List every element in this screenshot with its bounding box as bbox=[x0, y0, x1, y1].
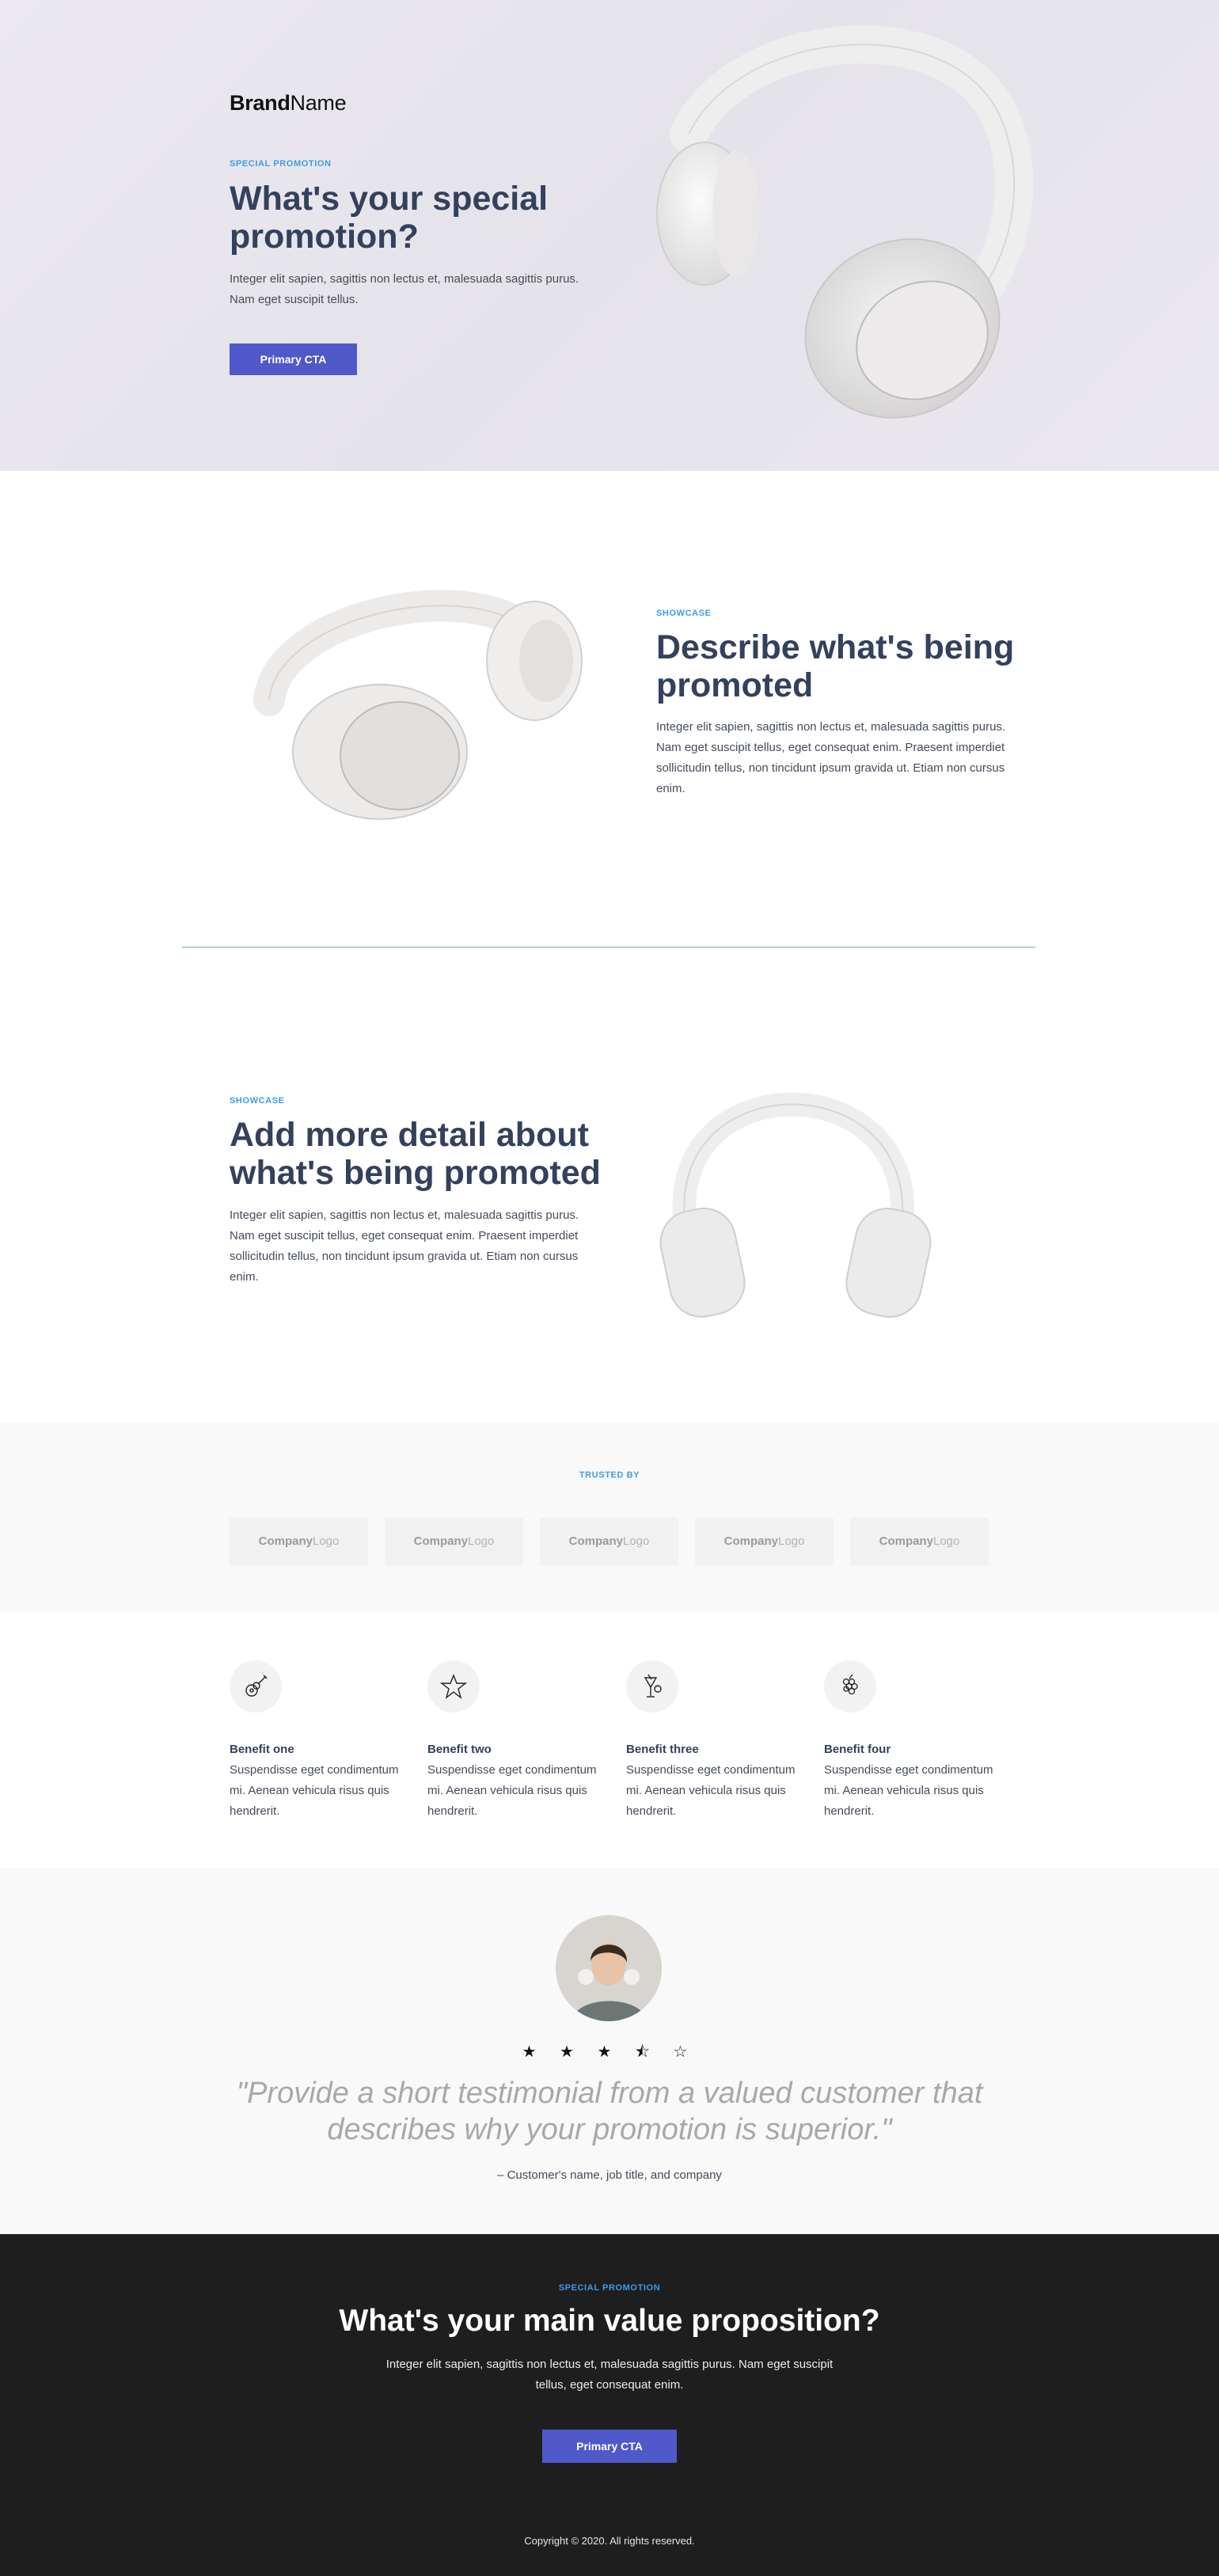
star-icon bbox=[427, 1660, 480, 1713]
trusted-eyebrow: TRUSTED BY bbox=[579, 1470, 640, 1480]
benefit-desc: Suspendisse eget condimentum mi. Aenean … bbox=[230, 1763, 399, 1818]
hero-title: What's your special promotion? bbox=[230, 180, 549, 256]
headphones-side-image bbox=[253, 590, 583, 820]
footer-title: What's your main value proposition? bbox=[339, 2304, 880, 2338]
benefit-item: Benefit three Suspendisse eget condiment… bbox=[626, 1660, 800, 1822]
hero-body: Integer elit sapien, sagittis non lectus… bbox=[230, 272, 579, 306]
testimonial-attribution: – Customer's name, job title, and compan… bbox=[497, 2168, 722, 2182]
footer-primary-cta-button[interactable]: Primary CTA bbox=[542, 2430, 677, 2463]
benefit-desc: Suspendisse eget condimentum mi. Aenean … bbox=[427, 1763, 597, 1818]
benefit-title: Benefit one bbox=[230, 1743, 294, 1756]
headphones-front-image bbox=[659, 1092, 932, 1318]
benefit-item: Benefit four Suspendisse eget condimentu… bbox=[824, 1660, 998, 1822]
showcase-section-2: SHOWCASE Add more detail about what's be… bbox=[0, 948, 1219, 1423]
footer-body: Integer elit sapien, sagittis non lectus… bbox=[385, 2358, 834, 2392]
showcase1-eyebrow: SHOWCASE bbox=[656, 609, 712, 618]
showcase-section-1: SHOWCASE Describe what's being promoted … bbox=[0, 471, 1219, 946]
company-logo: CompanyLogo bbox=[385, 1518, 523, 1565]
brand-logo[interactable]: BrandName bbox=[230, 91, 347, 116]
company-logo: CompanyLogo bbox=[695, 1518, 834, 1565]
footer-cta-section: SPECIAL PROMOTION What's your main value… bbox=[0, 2234, 1219, 2576]
benefit-desc: Suspendisse eget condimentum mi. Aenean … bbox=[824, 1763, 993, 1818]
customer-avatar bbox=[556, 1915, 662, 2021]
testimonial-quote: "Provide a short testimonial from a valu… bbox=[236, 2077, 983, 2146]
benefit-item: Benefit one Suspendisse eget condimentum… bbox=[230, 1660, 404, 1822]
cocktail-icon bbox=[626, 1660, 678, 1713]
showcase2-title: Add more detail about what's being promo… bbox=[230, 1116, 601, 1192]
benefit-title: Benefit four bbox=[824, 1743, 891, 1756]
company-logo: CompanyLogo bbox=[850, 1518, 989, 1565]
benefit-item: Benefit two Suspendisse eget condimentum… bbox=[427, 1660, 602, 1822]
benefit-title: Benefit three bbox=[626, 1743, 699, 1756]
showcase1-title: Describe what's being promoted bbox=[656, 628, 1015, 704]
trusted-by-section: TRUSTED BY CompanyLogo CompanyLogo Compa… bbox=[0, 1423, 1219, 1611]
showcase1-body: Integer elit sapien, sagittis non lectus… bbox=[656, 720, 1006, 795]
hero-eyebrow: SPECIAL PROMOTION bbox=[230, 159, 332, 169]
benefit-title: Benefit two bbox=[427, 1743, 492, 1756]
footer-eyebrow: SPECIAL PROMOTION bbox=[558, 2283, 661, 2293]
testimonial-section: ★ ★ ★ ⯪ ☆ "Provide a short testimonial f… bbox=[0, 1868, 1219, 2234]
hero-primary-cta-button[interactable]: Primary CTA bbox=[230, 343, 357, 375]
showcase2-body: Integer elit sapien, sagittis non lectus… bbox=[230, 1208, 579, 1284]
benefit-desc: Suspendisse eget condimentum mi. Aenean … bbox=[626, 1763, 796, 1818]
showcase2-eyebrow: SHOWCASE bbox=[230, 1096, 285, 1106]
headphones-hero-image bbox=[656, 25, 1034, 419]
company-logo: CompanyLogo bbox=[230, 1518, 368, 1565]
grapes-icon bbox=[824, 1660, 876, 1713]
rating-stars: ★ ★ ★ ⯪ ☆ bbox=[522, 2043, 697, 2061]
guitar-icon bbox=[230, 1660, 282, 1713]
hero-section: BrandName SPECIAL PROMOTION What's your … bbox=[0, 0, 1219, 471]
copyright-text: Copyright © 2020. All rights reserved. bbox=[524, 2535, 695, 2547]
company-logo: CompanyLogo bbox=[540, 1518, 678, 1565]
